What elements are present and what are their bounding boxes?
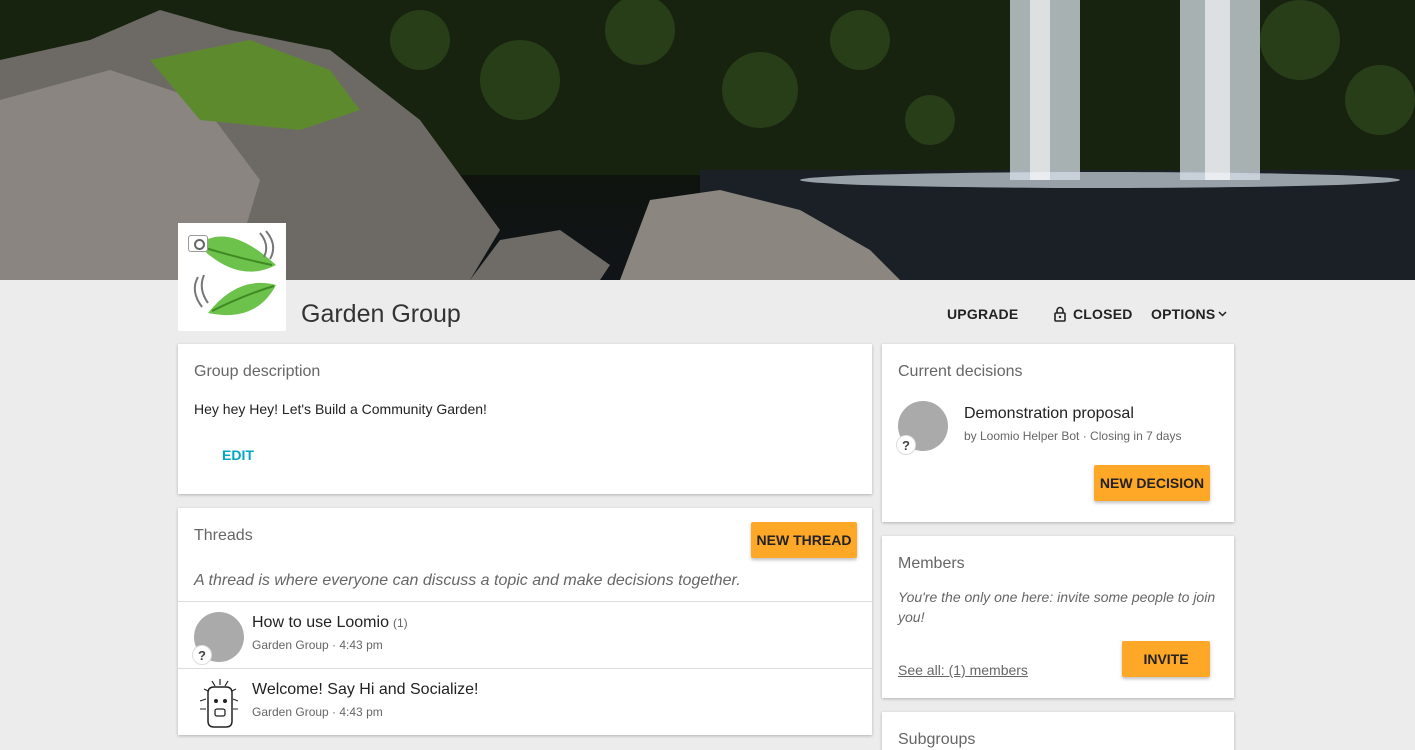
- options-menu-button[interactable]: OPTIONS: [1151, 306, 1227, 322]
- new-thread-button[interactable]: NEW THREAD: [751, 522, 857, 558]
- thread-row[interactable]: ? How to use Loomio (1) Garden Group · 4:…: [178, 601, 872, 668]
- current-decisions-card: Current decisions ? Demonstration propos…: [882, 344, 1234, 522]
- card-title: Current decisions: [898, 363, 1023, 380]
- card-title: Group description: [194, 363, 321, 380]
- invite-button[interactable]: INVITE: [1122, 641, 1210, 677]
- thread-unread-count: (1): [392, 616, 408, 630]
- group-description-card: Group description Hey hey Hey! Let's Bui…: [178, 344, 872, 494]
- members-card: Members You're the only one here: invite…: [882, 536, 1234, 698]
- members-help-text: You're the only one here: invite some pe…: [898, 589, 1216, 625]
- card-title: Threads: [194, 527, 253, 544]
- thread-title-text: How to use Loomio: [252, 614, 389, 631]
- unknown-badge-icon: ?: [192, 645, 212, 665]
- edit-description-button[interactable]: EDIT: [222, 447, 254, 463]
- proposal-meta: by Loomio Helper Bot · Closing in 7 days: [964, 429, 1182, 443]
- bot-avatar-icon: [199, 679, 239, 728]
- thread-meta: Garden Group · 4:43 pm: [252, 638, 383, 652]
- unknown-badge-icon: ?: [896, 435, 916, 455]
- thread-meta: Garden Group · 4:43 pm: [252, 705, 383, 719]
- thread-title[interactable]: Welcome! Say Hi and Socialize!: [252, 681, 478, 699]
- thread-title[interactable]: How to use Loomio (1): [252, 614, 408, 632]
- card-title: Subgroups: [898, 731, 976, 748]
- chevron-down-icon: [1218, 311, 1227, 317]
- options-label: OPTIONS: [1151, 306, 1216, 322]
- upgrade-button[interactable]: UPGRADE: [947, 306, 1018, 322]
- group-name: Garden Group: [301, 300, 461, 328]
- proposal-title[interactable]: Demonstration proposal: [964, 405, 1134, 423]
- privacy-closed-button[interactable]: CLOSED: [1053, 306, 1133, 322]
- group-description-text: Hey hey Hey! Let's Build a Community Gar…: [194, 401, 487, 417]
- card-title: Members: [898, 555, 965, 572]
- see-all-members-link[interactable]: See all: (1) members: [898, 662, 1028, 678]
- lock-icon: [1054, 306, 1066, 322]
- new-decision-button[interactable]: NEW DECISION: [1094, 465, 1210, 501]
- threads-help-text: A thread is where everyone can discuss a…: [194, 572, 741, 589]
- subgroups-card: Subgroups: [882, 712, 1234, 750]
- thread-row[interactable]: Welcome! Say Hi and Socialize! Garden Gr…: [178, 668, 872, 735]
- threads-card: Threads NEW THREAD A thread is where eve…: [178, 508, 872, 735]
- privacy-label: CLOSED: [1073, 306, 1133, 322]
- camera-icon[interactable]: [188, 235, 208, 252]
